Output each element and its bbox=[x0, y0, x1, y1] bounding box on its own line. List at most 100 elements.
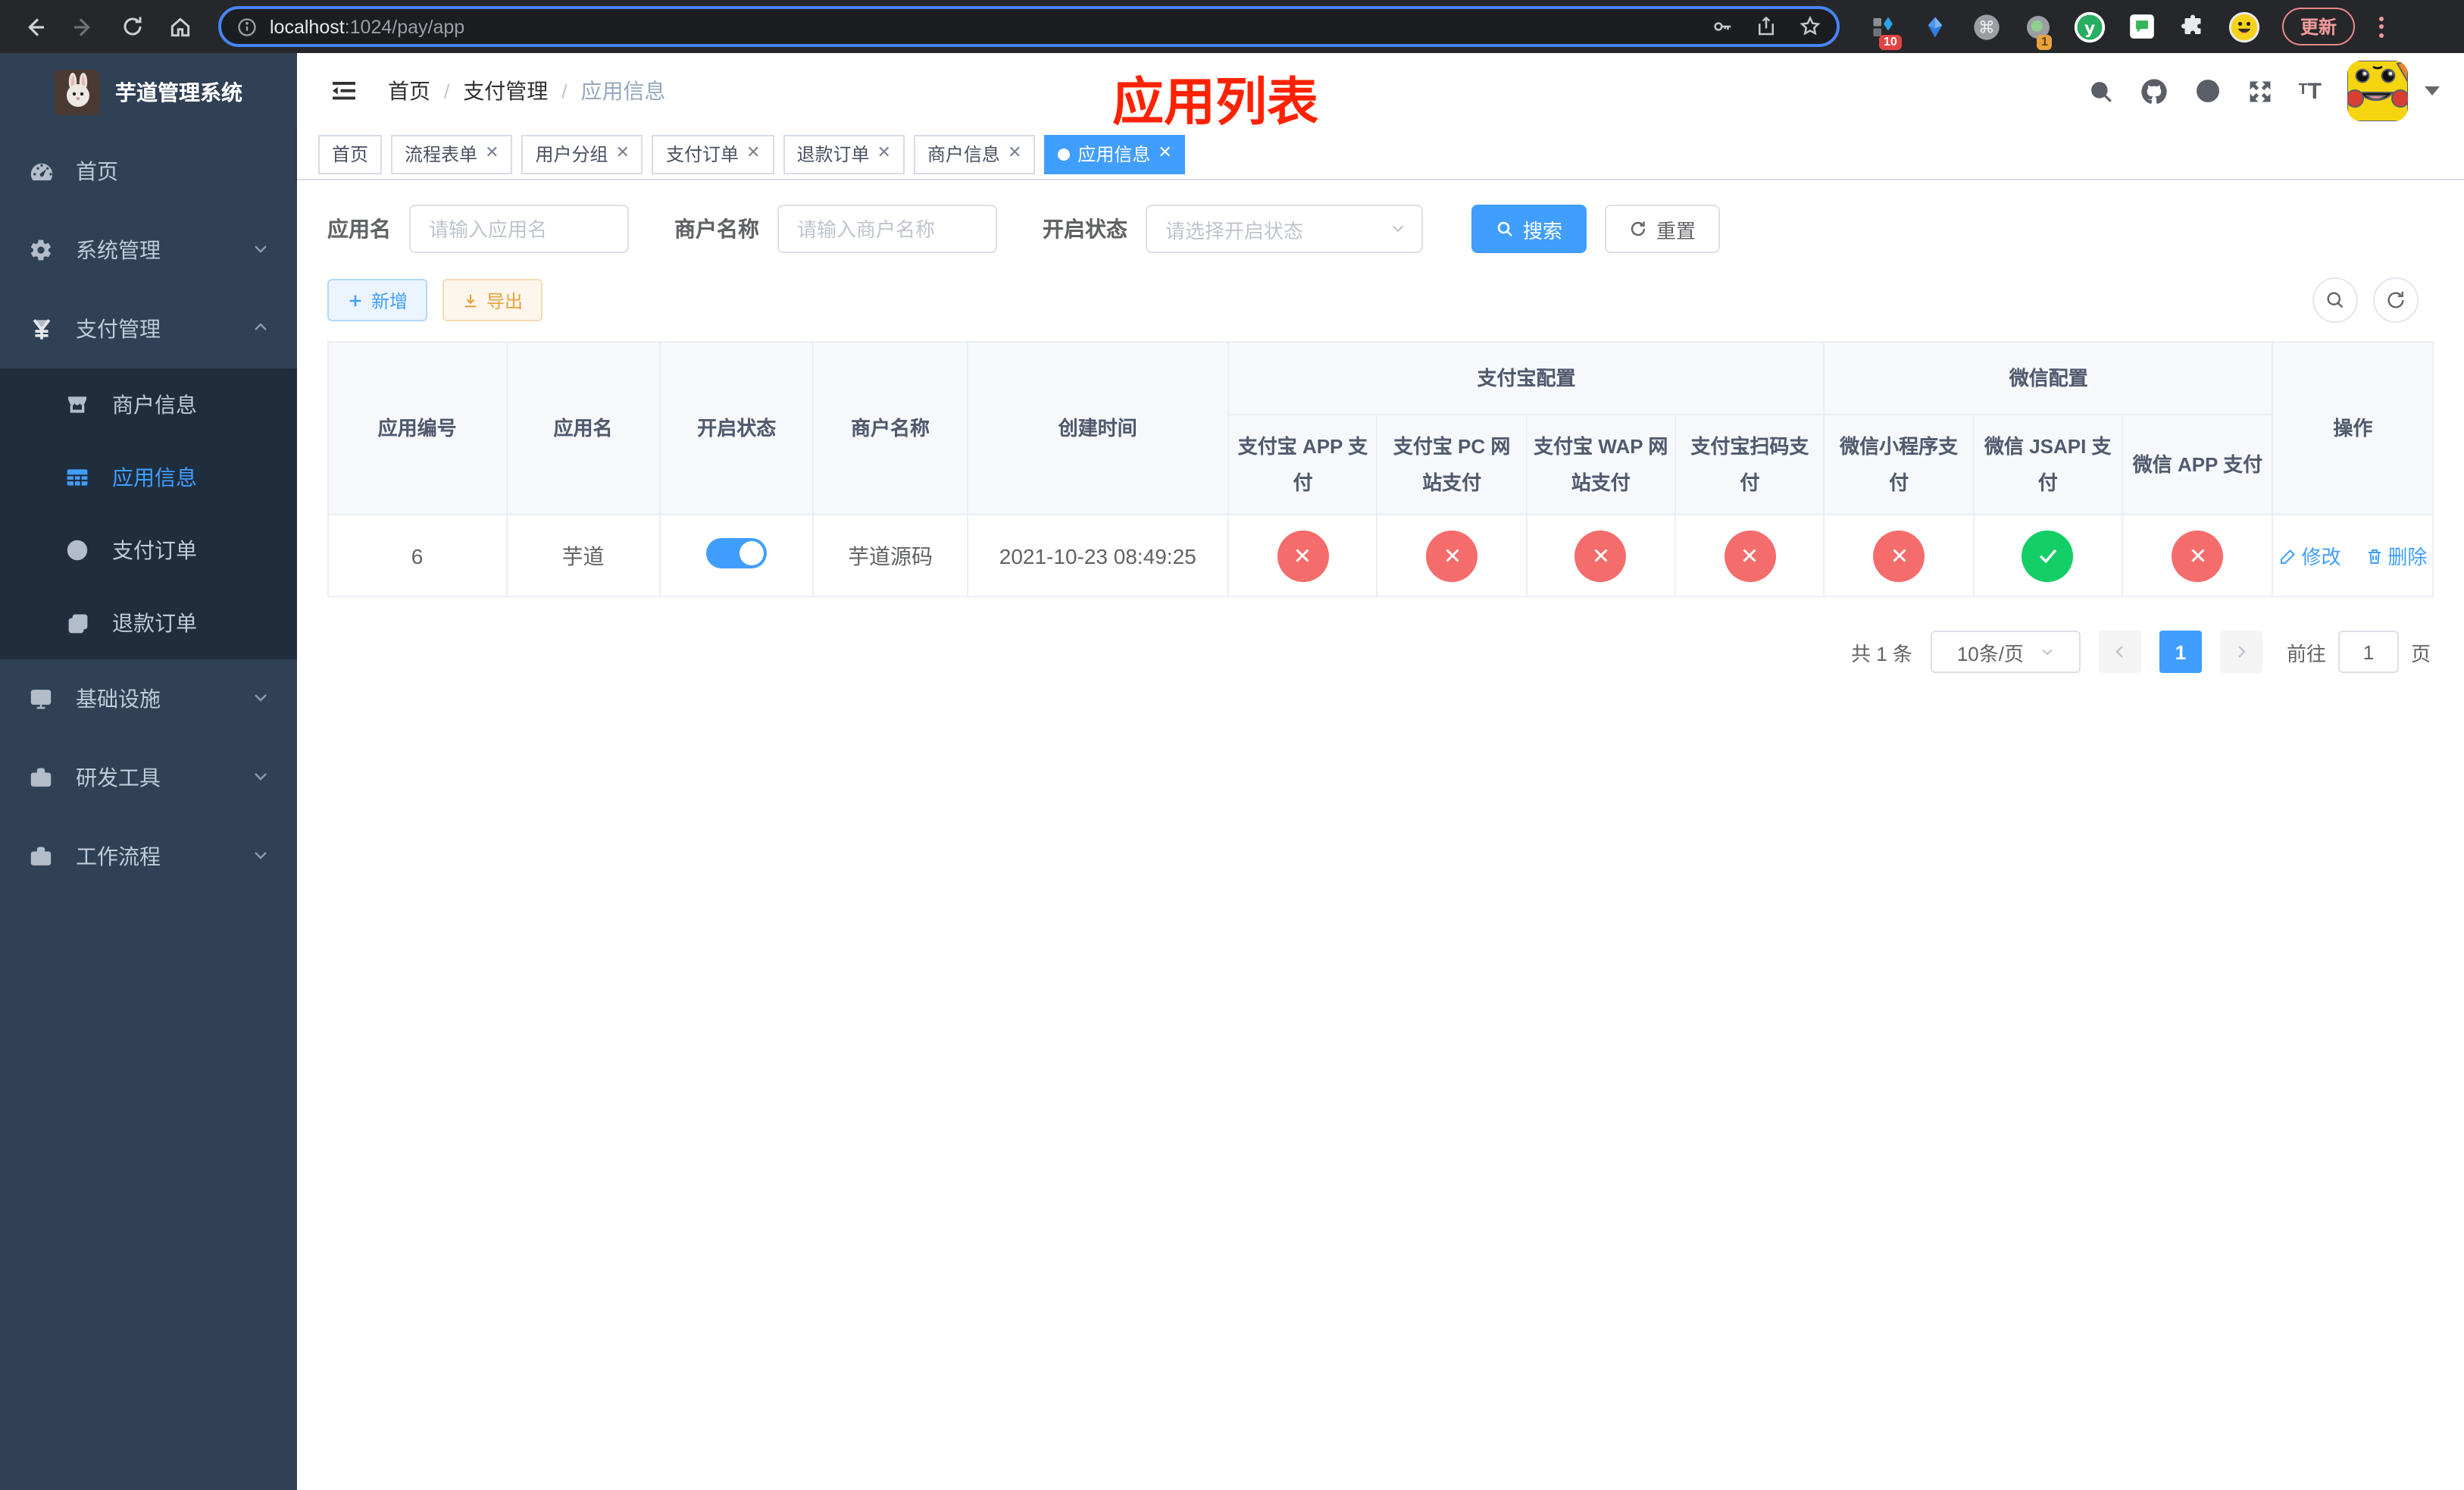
col-header-status: 开启状态 bbox=[658, 341, 815, 515]
extension-recorder-icon[interactable]: 1 bbox=[2022, 10, 2055, 49]
extension-kite-icon[interactable] bbox=[1918, 10, 1952, 43]
close-icon[interactable]: ✕ bbox=[877, 145, 890, 162]
font-size-icon[interactable]: TT bbox=[2298, 80, 2322, 102]
next-page-button[interactable] bbox=[2219, 631, 2262, 673]
close-icon[interactable]: ✕ bbox=[1158, 145, 1171, 162]
tab-merchant-info[interactable]: 商户信息 ✕ bbox=[913, 134, 1036, 174]
avatar-caret-icon[interactable] bbox=[2425, 86, 2440, 95]
status-toggle[interactable] bbox=[706, 538, 768, 568]
sidebar-item-label: 支付订单 bbox=[112, 538, 197, 562]
sidebar-item-refund-orders[interactable]: 退款订单 bbox=[0, 587, 297, 659]
extension-blocks-icon[interactable]: 10 bbox=[1867, 10, 1902, 49]
refresh-table-button[interactable] bbox=[2373, 277, 2419, 323]
search-button[interactable]: 搜索 bbox=[1471, 205, 1587, 253]
share-icon[interactable] bbox=[1755, 15, 1778, 38]
browser-update-button[interactable]: 更新 bbox=[2282, 8, 2356, 45]
sidebar-item-payment[interactable]: 支付管理 bbox=[0, 290, 297, 368]
gear-icon bbox=[27, 238, 55, 262]
help-icon[interactable] bbox=[2194, 77, 2221, 105]
close-icon[interactable]: ✕ bbox=[1008, 145, 1021, 162]
chevron-down-icon bbox=[252, 844, 270, 869]
col-header-actions: 操作 bbox=[2272, 341, 2434, 515]
breadcrumb-payment[interactable]: 支付管理 bbox=[463, 76, 548, 106]
page-size-select[interactable]: 10条/页 bbox=[1930, 631, 2081, 673]
sidebar-item-dev-tools[interactable]: 研发工具 bbox=[0, 738, 297, 817]
sidebar-item-home[interactable]: 首页 bbox=[0, 132, 297, 211]
trash-icon bbox=[2368, 549, 2381, 563]
user-avatar[interactable] bbox=[2347, 61, 2408, 121]
page-number-button[interactable]: 1 bbox=[2159, 631, 2202, 673]
browser-menu-icon[interactable] bbox=[2370, 10, 2393, 43]
refresh-icon bbox=[2387, 291, 2404, 308]
goto-page-input[interactable] bbox=[2337, 631, 2399, 673]
address-bar[interactable]: localhost:1024/pay/app bbox=[218, 6, 1840, 47]
goto-label: 前往 bbox=[2286, 642, 2326, 665]
url-text: localhost:1024/pay/app bbox=[270, 16, 465, 37]
merchant-name-input[interactable] bbox=[777, 205, 997, 253]
extension-chat-icon[interactable] bbox=[2125, 10, 2158, 43]
monitor-chart-icon bbox=[27, 687, 55, 711]
app-table: 应用编号 应用名 开启状态 商户名称 创建时间 支付宝配置 微信配置 操作 支付… bbox=[327, 341, 2434, 597]
prev-page-button[interactable] bbox=[2098, 631, 2141, 673]
app-name-input[interactable] bbox=[409, 205, 629, 253]
sidebar-toggle-icon[interactable] bbox=[318, 77, 370, 105]
close-icon[interactable]: ✕ bbox=[616, 145, 630, 162]
close-icon[interactable]: ✕ bbox=[485, 145, 499, 162]
fullscreen-icon[interactable] bbox=[2247, 78, 2272, 104]
sidebar-item-label: 退款订单 bbox=[112, 611, 197, 635]
extension-y-icon[interactable]: y bbox=[2073, 10, 2106, 43]
browser-forward-button[interactable] bbox=[64, 7, 103, 46]
cell-alipay-wap-status bbox=[1525, 514, 1677, 597]
status-select[interactable]: 请选择开启状态 bbox=[1146, 205, 1423, 253]
browser-reload-button[interactable] bbox=[112, 7, 152, 46]
browser-home-button[interactable] bbox=[161, 7, 200, 46]
profile-avatar-emoji[interactable] bbox=[2228, 10, 2261, 43]
app-title: 芋道管理系统 bbox=[115, 80, 242, 105]
cell-app-name: 芋道 bbox=[505, 514, 661, 597]
sidebar-item-system[interactable]: 系统管理 bbox=[0, 211, 297, 290]
github-icon[interactable] bbox=[2139, 77, 2168, 105]
sidebar-item-label: 支付管理 bbox=[76, 317, 161, 341]
cell-wx-app-status bbox=[2122, 514, 2274, 597]
tab-app-info[interactable]: 应用信息 ✕ bbox=[1044, 134, 1186, 174]
sidebar-item-infrastructure[interactable]: 基础设施 bbox=[0, 659, 297, 738]
chevron-down-icon bbox=[252, 238, 270, 262]
status-cross-icon bbox=[1574, 530, 1627, 581]
table-toolbar: 新增 导出 bbox=[327, 277, 2434, 323]
extensions-puzzle-icon[interactable] bbox=[2176, 10, 2209, 43]
sidebar-item-workflow[interactable]: 工作流程 bbox=[0, 817, 297, 896]
sidebar-item-pay-orders[interactable]: 支付订单 bbox=[0, 514, 297, 587]
annotation-app-list: 应用列表 bbox=[1112, 74, 1318, 132]
tab-refund-orders[interactable]: 退款订单 ✕ bbox=[783, 134, 905, 174]
browser-toolbar: localhost:1024/pay/app 10 ⌘ 1 y 更新 bbox=[0, 0, 2464, 53]
app-logo[interactable]: 芋道管理系统 bbox=[0, 53, 297, 132]
tab-home[interactable]: 首页 bbox=[318, 134, 383, 174]
browser-extensions-tray: 10 ⌘ 1 y bbox=[1867, 10, 2261, 49]
delete-button[interactable]: 删除 bbox=[2365, 541, 2427, 570]
browser-back-button[interactable] bbox=[15, 7, 55, 46]
close-icon[interactable]: ✕ bbox=[746, 145, 760, 162]
bookmark-star-icon[interactable] bbox=[1799, 15, 1821, 38]
breadcrumb-home[interactable]: 首页 bbox=[388, 76, 430, 106]
edit-button[interactable]: 修改 bbox=[2279, 541, 2341, 570]
reset-button[interactable]: 重置 bbox=[1605, 205, 1721, 253]
add-button[interactable]: 新增 bbox=[327, 279, 428, 321]
refresh-icon bbox=[1631, 221, 1646, 236]
tab-user-group[interactable]: 用户分组 ✕ bbox=[521, 134, 643, 174]
tab-process-form[interactable]: 流程表单 ✕ bbox=[391, 134, 513, 174]
breadcrumb: 首页 / 支付管理 / 应用信息 bbox=[388, 76, 666, 106]
sidebar-item-merchant-info[interactable]: 商户信息 bbox=[0, 368, 297, 441]
password-key-icon[interactable] bbox=[1711, 15, 1734, 38]
sidebar-item-app-info[interactable]: 应用信息 bbox=[0, 441, 297, 514]
chevron-down-icon bbox=[2041, 649, 2052, 656]
status-check-icon bbox=[2022, 530, 2074, 581]
export-button[interactable]: 导出 bbox=[442, 279, 543, 321]
extension-command-icon[interactable]: ⌘ bbox=[1970, 10, 2003, 43]
toggle-search-button[interactable] bbox=[2312, 277, 2358, 323]
status-cross-icon bbox=[1724, 530, 1776, 581]
tab-pay-orders[interactable]: 支付订单 ✕ bbox=[652, 134, 774, 174]
header-search-icon[interactable] bbox=[2087, 78, 2113, 104]
site-info-icon[interactable] bbox=[236, 16, 258, 37]
pagination: 共 1 条 10条/页 1 前往 页 bbox=[327, 631, 2434, 673]
col-header-alipay-app: 支付宝 APP 支付 bbox=[1227, 414, 1378, 515]
